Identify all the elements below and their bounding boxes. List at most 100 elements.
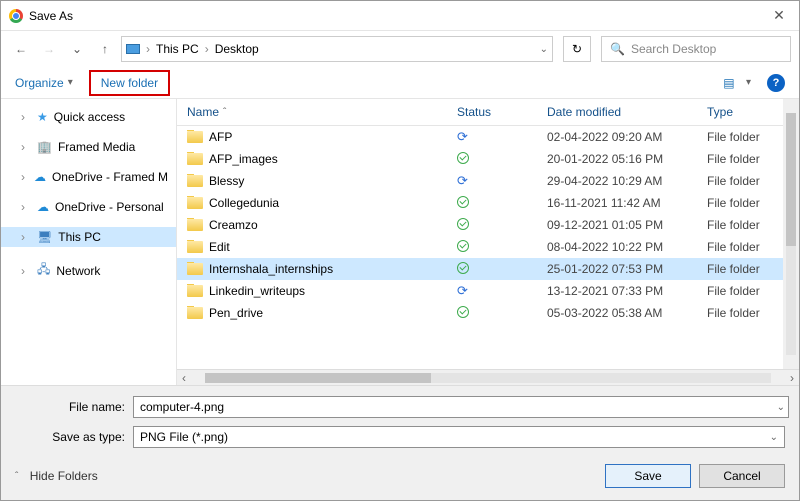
tree-network[interactable]: ›🖧Network [1,257,176,284]
view-icon: ▤ [723,76,734,90]
folder-icon [187,131,203,143]
cancel-button[interactable]: Cancel [699,464,785,488]
file-row[interactable]: Collegedunia16-11-2021 11:42 AMFile fold… [177,192,799,214]
ok-icon [457,218,469,230]
save-type-label: Save as type: [15,430,125,444]
chevron-right-icon: › [146,42,150,56]
file-date: 05-03-2022 05:38 AM [547,306,707,320]
file-row[interactable]: Pen_drive05-03-2022 05:38 AMFile folder [177,302,799,324]
file-name: Internshala_internships [209,262,333,276]
address-dropdown-icon[interactable]: ⌄ [540,44,548,55]
filename-input[interactable] [133,396,789,418]
breadcrumb-thispc[interactable]: This PC [156,42,199,56]
ok-icon [457,262,469,274]
recent-locations-button[interactable]: ⌄ [65,37,89,61]
ok-icon [457,152,469,164]
file-name: Blessy [209,174,244,188]
file-name: Creamzo [209,218,258,232]
file-row[interactable]: AFP_images20-01-2022 05:16 PMFile folder [177,148,799,170]
address-bar[interactable]: › This PC › Desktop ⌄ [121,36,553,62]
folder-icon [187,175,203,187]
file-date: 09-12-2021 01:05 PM [547,218,707,232]
tree-quick-access[interactable]: ›★Quick access [1,107,176,127]
file-date: 16-11-2021 11:42 AM [547,196,707,210]
col-name[interactable]: Name ˆ [187,105,457,119]
file-name: AFP [209,130,232,144]
horizontal-scrollbar[interactable]: ‹ › [177,369,799,385]
breadcrumb-desktop[interactable]: Desktop [215,42,259,56]
building-icon: 🏢 [37,140,52,154]
folder-icon [187,197,203,209]
new-folder-button[interactable]: New folder [89,70,170,96]
back-button[interactable]: ← [9,37,33,61]
close-button[interactable]: ✕ [767,4,791,28]
forward-button[interactable]: → [37,37,61,61]
save-button[interactable]: Save [605,464,691,488]
star-icon: ★ [37,110,48,124]
chevron-down-icon: ▾ [68,77,73,88]
sync-icon: ⟳ [457,129,468,144]
pc-icon [126,44,140,54]
scroll-left-icon: ‹ [177,371,191,385]
column-headers: Name ˆ Status Date modified Type [177,99,799,126]
file-row[interactable]: AFP⟳02-04-2022 09:20 AMFile folder [177,126,799,148]
file-date: 08-04-2022 10:22 PM [547,240,707,254]
search-placeholder: Search Desktop [631,42,716,56]
folder-icon [187,153,203,165]
filename-label: File name: [15,400,125,414]
file-name: AFP_images [209,152,278,166]
search-input[interactable]: 🔍 Search Desktop [601,36,791,62]
sort-indicator-icon: ˆ [223,107,226,118]
monitor-icon: 🖥 [37,230,52,244]
chrome-icon [9,9,23,23]
tree-this-pc[interactable]: ›🖥This PC [1,227,176,247]
file-row[interactable]: Edit08-04-2022 10:22 PMFile folder [177,236,799,258]
chevron-up-icon: ˆ [15,471,18,482]
search-icon: 🔍 [610,42,625,56]
help-button[interactable]: ? [767,74,785,92]
cloud-icon: ☁ [34,170,46,184]
col-date[interactable]: Date modified [547,105,707,119]
file-date: 13-12-2021 07:33 PM [547,284,707,298]
col-status[interactable]: Status [457,105,547,119]
file-row[interactable]: Internshala_internships 25-01-2022 07:53 … [177,258,799,280]
file-row[interactable]: Linkedin_writeups⟳13-12-2021 07:33 PMFil… [177,280,799,302]
folder-icon [187,285,203,297]
file-date: 02-04-2022 09:20 AM [547,130,707,144]
file-name: Edit [209,240,230,254]
tree-onedrive-framed[interactable]: ›☁OneDrive - Framed M [1,167,176,187]
ok-icon [457,240,469,252]
scroll-right-icon: › [785,371,799,385]
file-name: Pen_drive [209,306,263,320]
organize-button[interactable]: Organize▾ [15,76,73,90]
chevron-down-icon: ▾ [746,77,751,88]
tree-framed-media[interactable]: ›🏢Framed Media [1,137,176,157]
nav-tree: ›★Quick access ›🏢Framed Media ›☁OneDrive… [1,99,177,385]
hide-folders-button[interactable]: ˆ Hide Folders [15,469,98,483]
folder-icon [187,263,203,275]
tree-onedrive-personal[interactable]: ›☁OneDrive - Personal [1,197,176,217]
file-name: Collegedunia [209,196,279,210]
file-row[interactable]: Blessy⟳29-04-2022 10:29 AMFile folder [177,170,799,192]
file-date: 20-01-2022 05:16 PM [547,152,707,166]
ok-icon [457,196,469,208]
file-date: 25-01-2022 07:53 PM [547,262,707,276]
window-title: Save As [29,9,767,23]
up-button[interactable]: ↑ [93,37,117,61]
folder-icon [187,219,203,231]
chevron-right-icon: › [205,42,209,56]
ok-icon [457,306,469,318]
file-date: 29-04-2022 10:29 AM [547,174,707,188]
folder-icon [187,241,203,253]
save-type-select[interactable]: PNG File (*.png)⌄ [133,426,785,448]
sync-icon: ⟳ [457,283,468,298]
folder-icon [187,307,203,319]
refresh-button[interactable]: ↻ [563,36,591,62]
chevron-down-icon: ⌄ [770,432,778,443]
file-name: Linkedin_writeups [209,284,305,298]
vertical-scrollbar[interactable] [783,99,799,369]
view-options-button[interactable]: ▤ ▾ [723,76,751,90]
filename-dropdown-icon[interactable]: ⌄ [777,402,785,413]
file-row[interactable]: Creamzo09-12-2021 01:05 PMFile folder [177,214,799,236]
cloud-icon: ☁ [37,200,49,214]
